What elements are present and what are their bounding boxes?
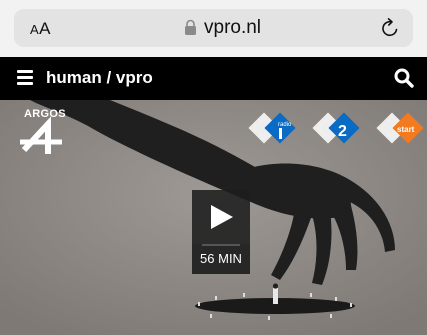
npo-radio1-logo-icon: radio xyxy=(248,112,296,144)
browser-toolbar: AA vpro.nl xyxy=(0,0,427,57)
menu-icon[interactable] xyxy=(17,70,33,85)
site-title[interactable]: human / vpro xyxy=(46,68,153,88)
lock-icon xyxy=(185,19,196,35)
npo2-logo-icon: 2 xyxy=(312,112,360,144)
site-header: human / vpro xyxy=(0,57,427,100)
text-size-button[interactable]: AA xyxy=(30,19,51,39)
svg-text:2: 2 xyxy=(338,123,347,140)
play-button[interactable] xyxy=(192,190,250,244)
url-domain: vpro.nl xyxy=(204,17,262,38)
npo-start-logo-icon: start xyxy=(376,112,424,144)
argos-logo-icon xyxy=(20,116,62,154)
svg-text:radio: radio xyxy=(278,122,292,128)
svg-text:start: start xyxy=(397,125,415,134)
play-icon xyxy=(211,205,233,229)
reload-icon[interactable] xyxy=(379,17,401,39)
video-player[interactable]: ARGOS radio 2 start 56 MIN xyxy=(0,100,427,335)
address-bar[interactable]: AA vpro.nl xyxy=(14,9,413,47)
search-icon[interactable] xyxy=(394,68,414,88)
video-duration: 56 MIN xyxy=(192,244,250,274)
